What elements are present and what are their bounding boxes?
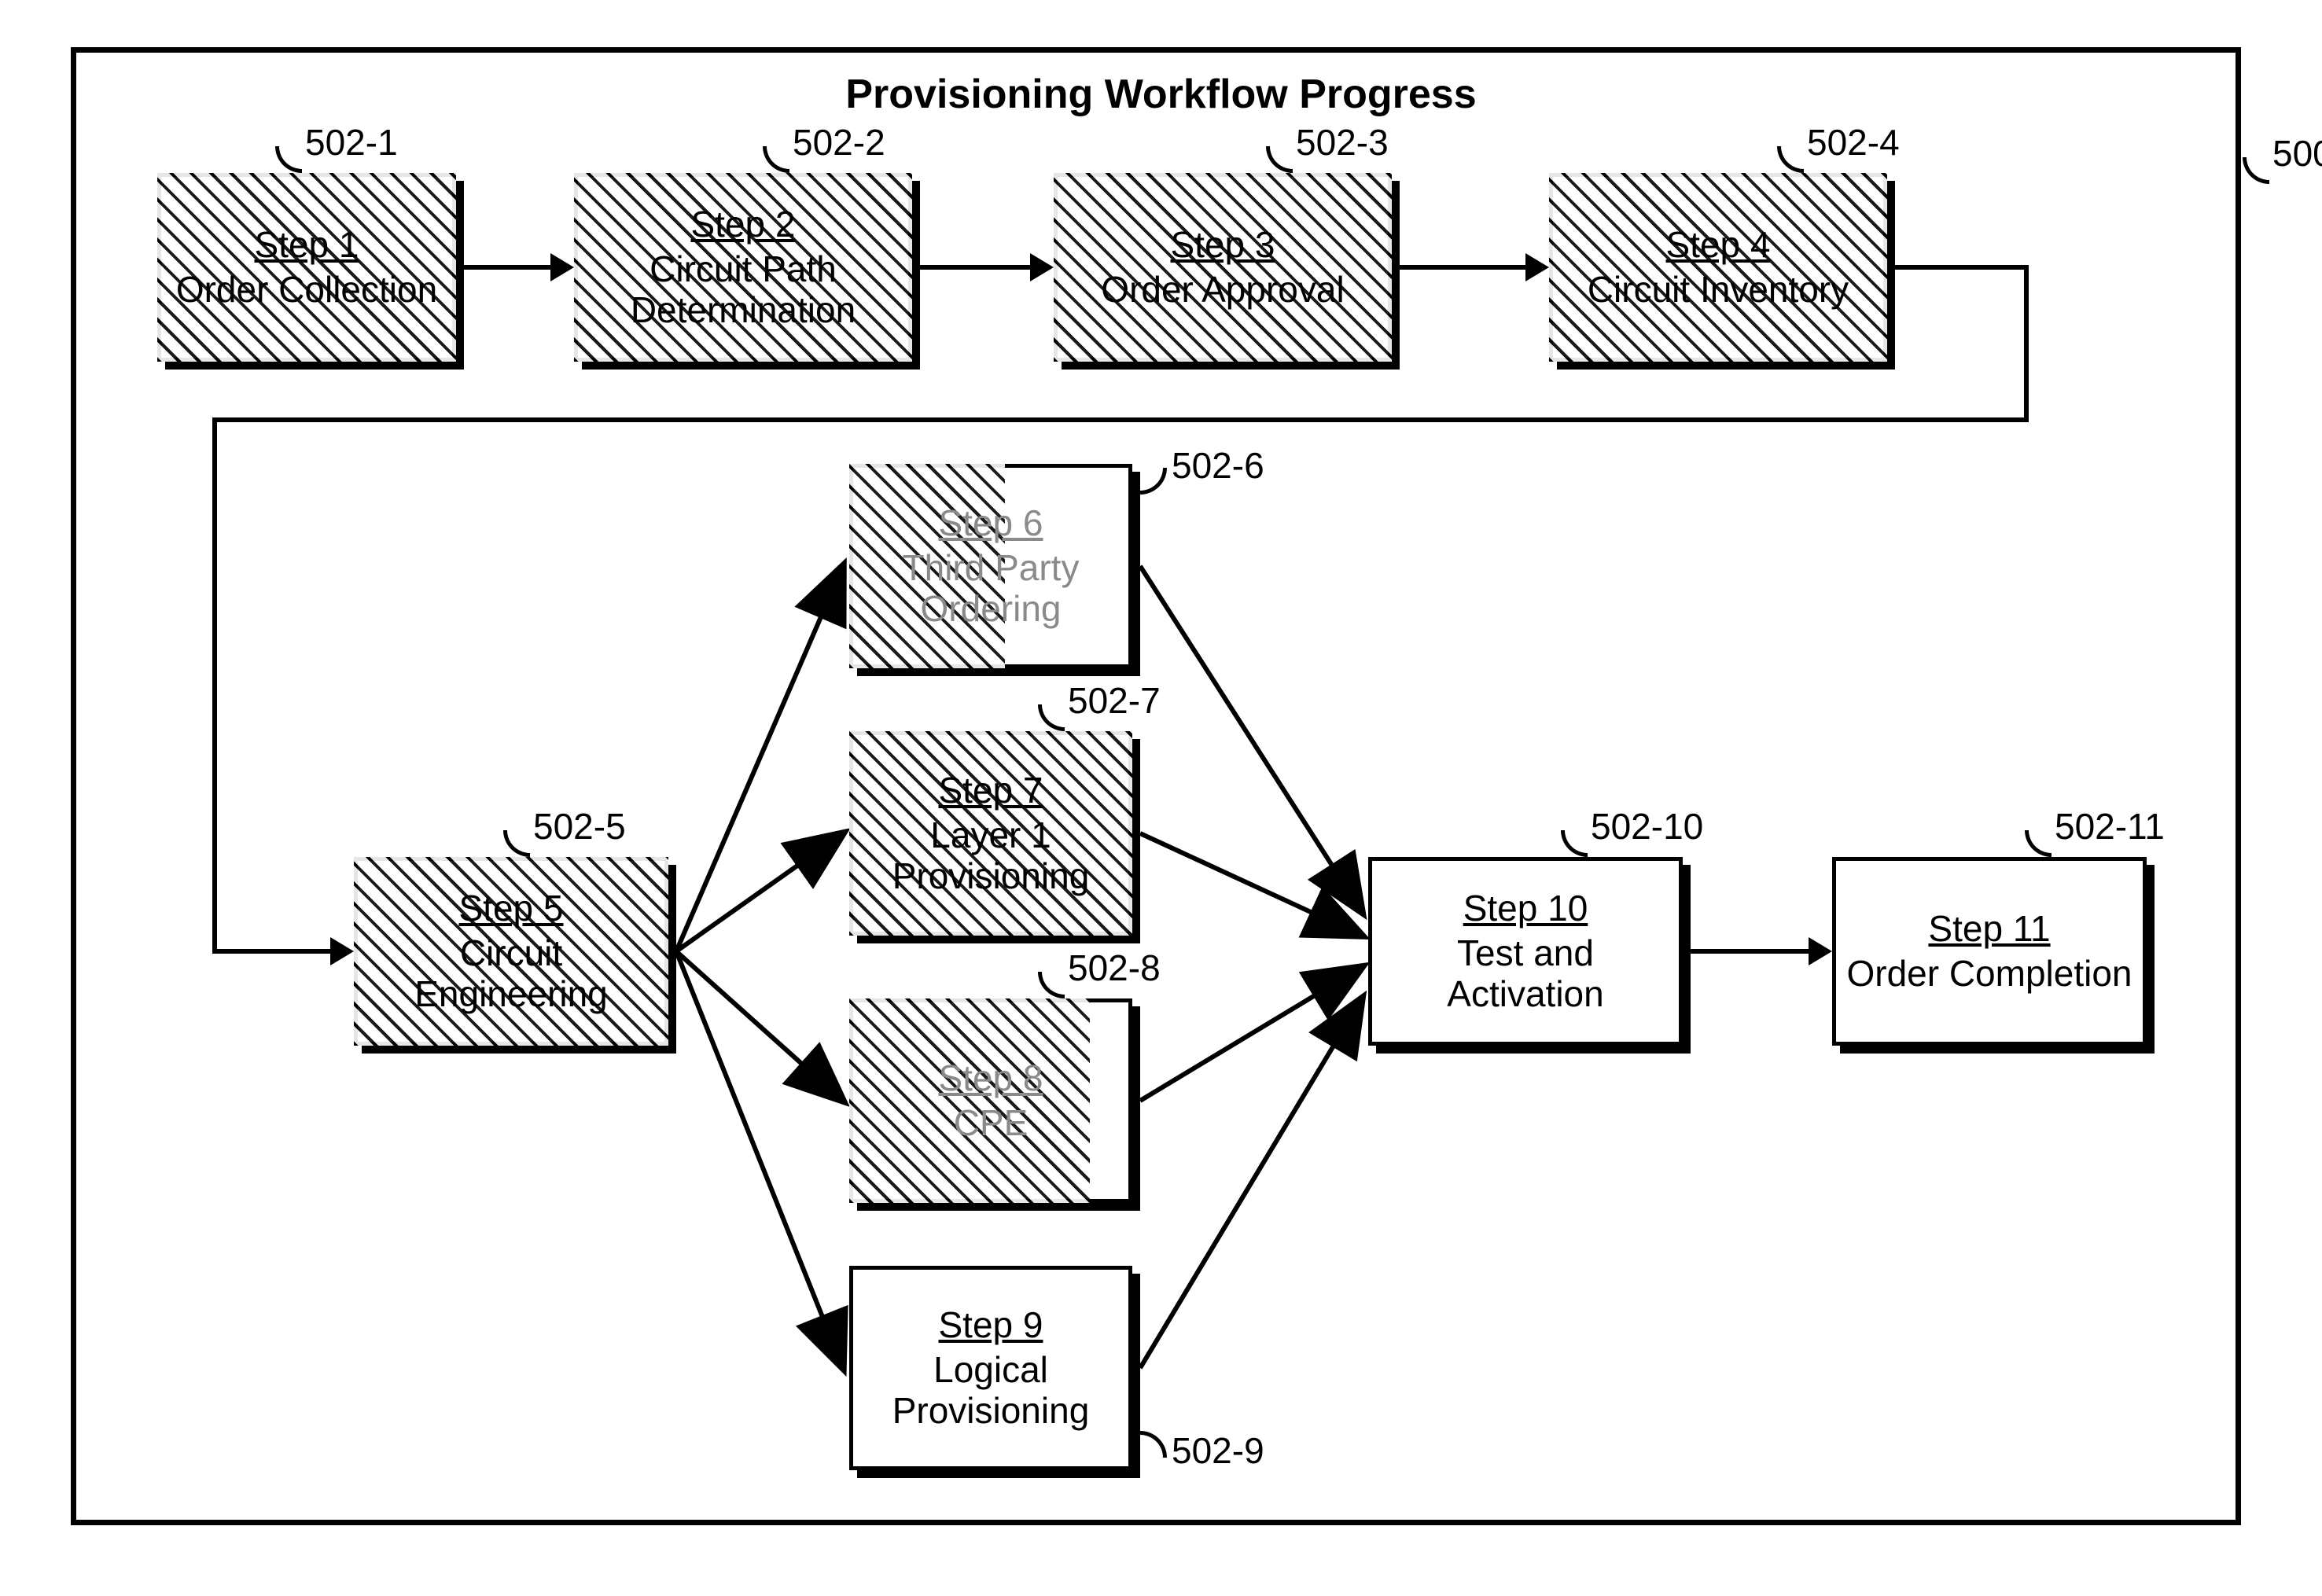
connector-4-into5 [212, 949, 330, 954]
step-1-desc: Order Collection [176, 269, 437, 311]
arrow-10-11 [1809, 937, 1832, 965]
step-11: Step 11 Order Completion [1832, 857, 2147, 1046]
callout-frame-ref: 500 [2272, 132, 2322, 175]
connector-4-out [1895, 265, 2029, 270]
step-11-desc: Order Completion [1846, 953, 2132, 995]
callout-6: 502-6 [1172, 444, 1264, 487]
connector-4-down2 [212, 417, 217, 949]
connector-10-11 [1691, 949, 1809, 954]
connector-2-3 [920, 265, 1030, 270]
arrow-2-3 [1030, 253, 1054, 281]
callout-2: 502-2 [793, 121, 885, 164]
step-5-name: Step 5 [459, 888, 564, 929]
step-9-name: Step 9 [939, 1304, 1043, 1346]
step-5-desc: Circuit Engineering [365, 932, 657, 1016]
step-11-name: Step 11 [1928, 908, 2050, 950]
step-4-desc: Circuit Inventory [1588, 269, 1849, 311]
step-1-name: Step 1 [255, 224, 359, 266]
callout-5: 502-5 [533, 805, 626, 848]
arrow-3-4 [1525, 253, 1549, 281]
step-5: Step 5 Circuit Engineering [354, 857, 668, 1046]
step-8-name: Step 8 [939, 1057, 1043, 1099]
callout-9: 502-9 [1172, 1429, 1264, 1472]
step-6: Step 6 Third Party Ordering [849, 464, 1132, 668]
callout-3: 502-3 [1296, 121, 1389, 164]
callout-4: 502-4 [1807, 121, 1900, 164]
step-8-desc: CPE [954, 1102, 1029, 1144]
callout-7: 502-7 [1068, 679, 1161, 722]
step-1: Step 1 Order Collection [157, 173, 456, 362]
step-2: Step 2 Circuit Path Determination [574, 173, 912, 362]
step-3-desc: Order Approval [1101, 269, 1344, 311]
step-7: Step 7 Layer 1 Provisioning [849, 731, 1132, 936]
step-3-name: Step 3 [1171, 224, 1275, 266]
diagram-title: Provisioning Workflow Progress [845, 71, 1476, 118]
callout-10: 502-10 [1591, 805, 1703, 848]
step-2-desc: Circuit Path Determination [585, 248, 901, 332]
step-2-name: Step 2 [691, 204, 796, 245]
arrow-4-5 [330, 937, 354, 965]
callout-11: 502-11 [2055, 805, 2165, 848]
connector-4-left [212, 417, 2029, 422]
step-4-name: Step 4 [1666, 224, 1771, 266]
callout-tick-frame [2243, 157, 2269, 184]
step-7-desc: Layer 1 Provisioning [860, 815, 1121, 898]
arrow-1-2 [550, 253, 574, 281]
step-3: Step 3 Order Approval [1054, 173, 1392, 362]
step-9: Step 9 Logical Provisioning [849, 1266, 1132, 1470]
connector-3-4 [1400, 265, 1525, 270]
step-10-desc: Test and Activation [1379, 932, 1672, 1016]
step-9-desc: Logical Provisioning [860, 1349, 1121, 1432]
step-8: Step 8 CPE [849, 998, 1132, 1203]
step-6-desc: Third Party Ordering [860, 547, 1121, 631]
step-6-name: Step 6 [939, 502, 1043, 544]
connector-4-down1 [2024, 265, 2029, 422]
step-10: Step 10 Test and Activation [1368, 857, 1683, 1046]
connector-1-2 [464, 265, 550, 270]
callout-1: 502-1 [305, 121, 398, 164]
step-10-name: Step 10 [1463, 888, 1588, 929]
callout-8: 502-8 [1068, 947, 1161, 989]
step-7-name: Step 7 [939, 770, 1043, 811]
step-4: Step 4 Circuit Inventory [1549, 173, 1887, 362]
